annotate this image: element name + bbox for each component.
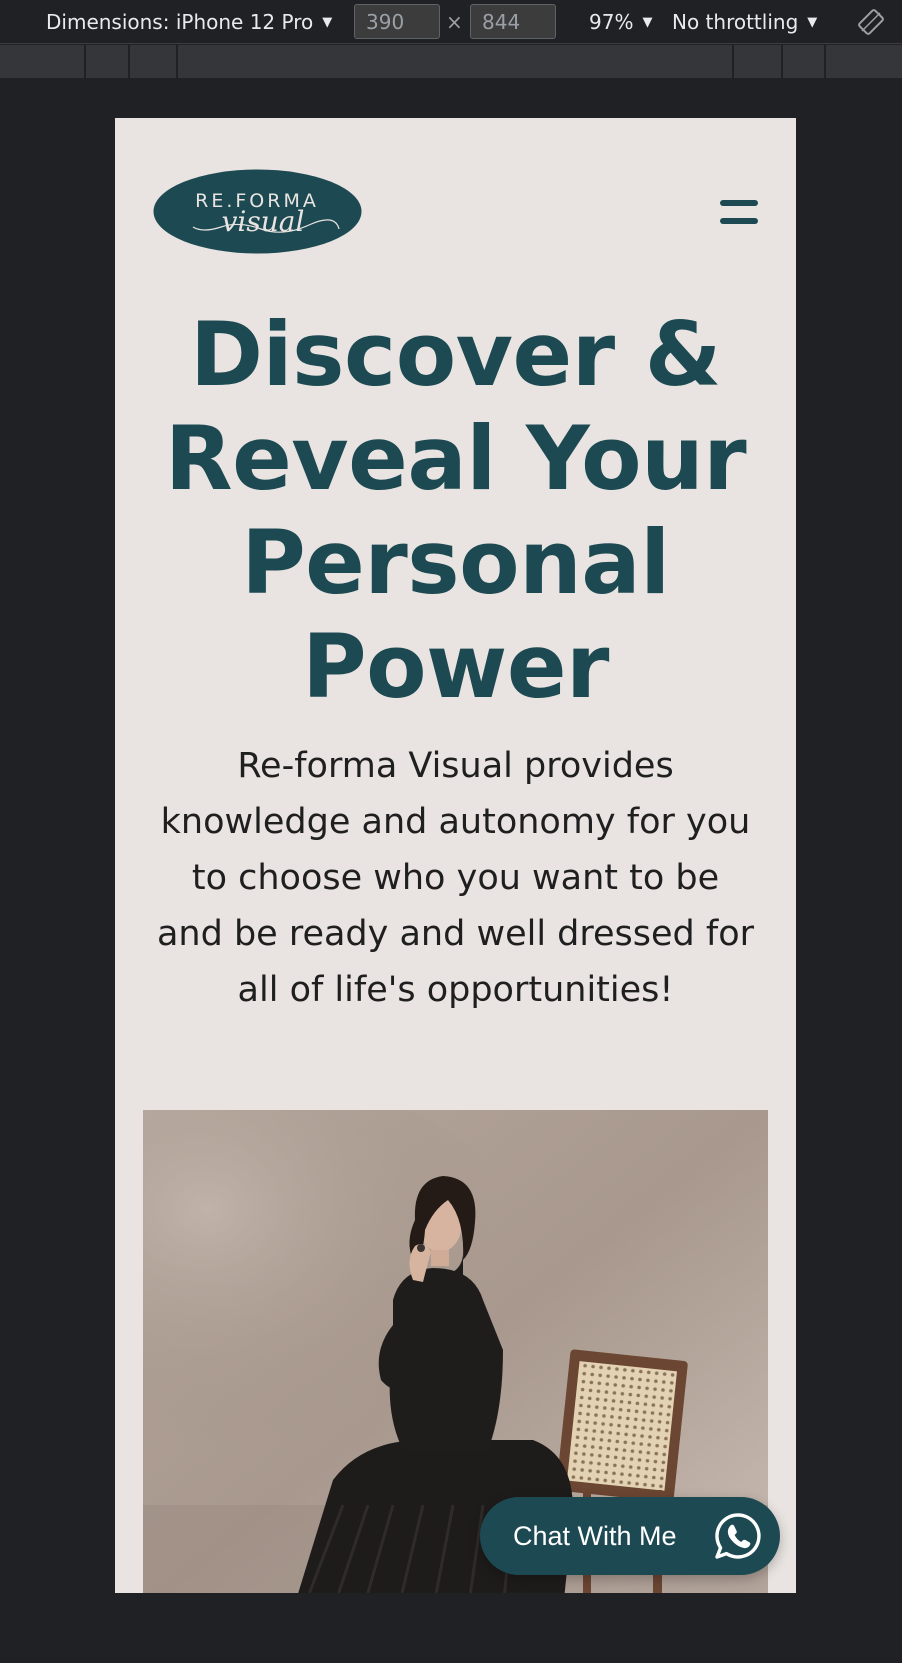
ruler-segment[interactable] xyxy=(86,45,130,78)
media-query-ruler xyxy=(0,45,902,78)
menu-toggle-button[interactable] xyxy=(720,200,758,224)
site-logo[interactable]: RE.FORMA visual xyxy=(153,169,362,254)
chat-button-label: Chat With Me xyxy=(513,1520,677,1551)
hero-subtitle-line: and be ready and well dressed for xyxy=(156,914,755,954)
devtools-device-toolbar: Dimensions: iPhone 12 Pro ▼ 390 × 844 97… xyxy=(0,0,902,44)
ruler-segment[interactable] xyxy=(130,45,178,78)
hero-subtitle-line: Re-forma Visual provides xyxy=(237,746,674,786)
throttling-dropdown[interactable]: No throttling ▼ xyxy=(672,0,817,44)
chat-with-me-button[interactable]: Chat With Me xyxy=(480,1497,780,1575)
hamburger-icon xyxy=(720,218,758,224)
ruler-segment[interactable] xyxy=(783,45,826,78)
hero-title-line: Discover & xyxy=(189,303,722,406)
hero-subtitle: Re-forma Visual provides knowledge and a… xyxy=(137,738,774,1018)
device-viewport: RE.FORMA visual Discover & Reveal Your P… xyxy=(115,118,796,1593)
zoom-label: 97% xyxy=(589,10,634,34)
hero-subtitle-line: to choose who you want to be xyxy=(191,858,720,898)
hamburger-icon xyxy=(720,200,758,206)
hero-title: Discover & Reveal Your Personal Power xyxy=(135,303,776,719)
dimension-separator: × xyxy=(446,10,463,34)
rotate-device-icon[interactable] xyxy=(858,9,884,35)
viewport-height-input[interactable]: 844 xyxy=(470,4,556,39)
whatsapp-icon xyxy=(715,1513,761,1559)
hero-title-line: Personal xyxy=(241,511,670,614)
ruler-segment[interactable] xyxy=(178,45,734,78)
viewport-width-input[interactable]: 390 xyxy=(354,4,440,39)
device-dimensions-dropdown[interactable]: Dimensions: iPhone 12 Pro ▼ xyxy=(46,0,332,44)
chevron-down-icon: ▼ xyxy=(322,14,333,30)
hero-title-line: Power xyxy=(302,615,609,718)
ruler-segment[interactable] xyxy=(734,45,783,78)
chevron-down-icon: ▼ xyxy=(642,14,653,30)
ruler-segment[interactable] xyxy=(0,45,86,78)
hero-title-line: Reveal Your xyxy=(164,407,747,510)
logo-script-text: visual xyxy=(222,205,305,238)
hero-subtitle-line: all of life's opportunities! xyxy=(237,970,674,1010)
zoom-dropdown[interactable]: 97% ▼ xyxy=(589,0,652,44)
device-dimensions-label: Dimensions: iPhone 12 Pro xyxy=(46,10,314,34)
chevron-down-icon: ▼ xyxy=(807,14,818,30)
throttling-label: No throttling xyxy=(672,10,799,34)
hero-subtitle-line: knowledge and autonomy for you xyxy=(160,802,751,842)
